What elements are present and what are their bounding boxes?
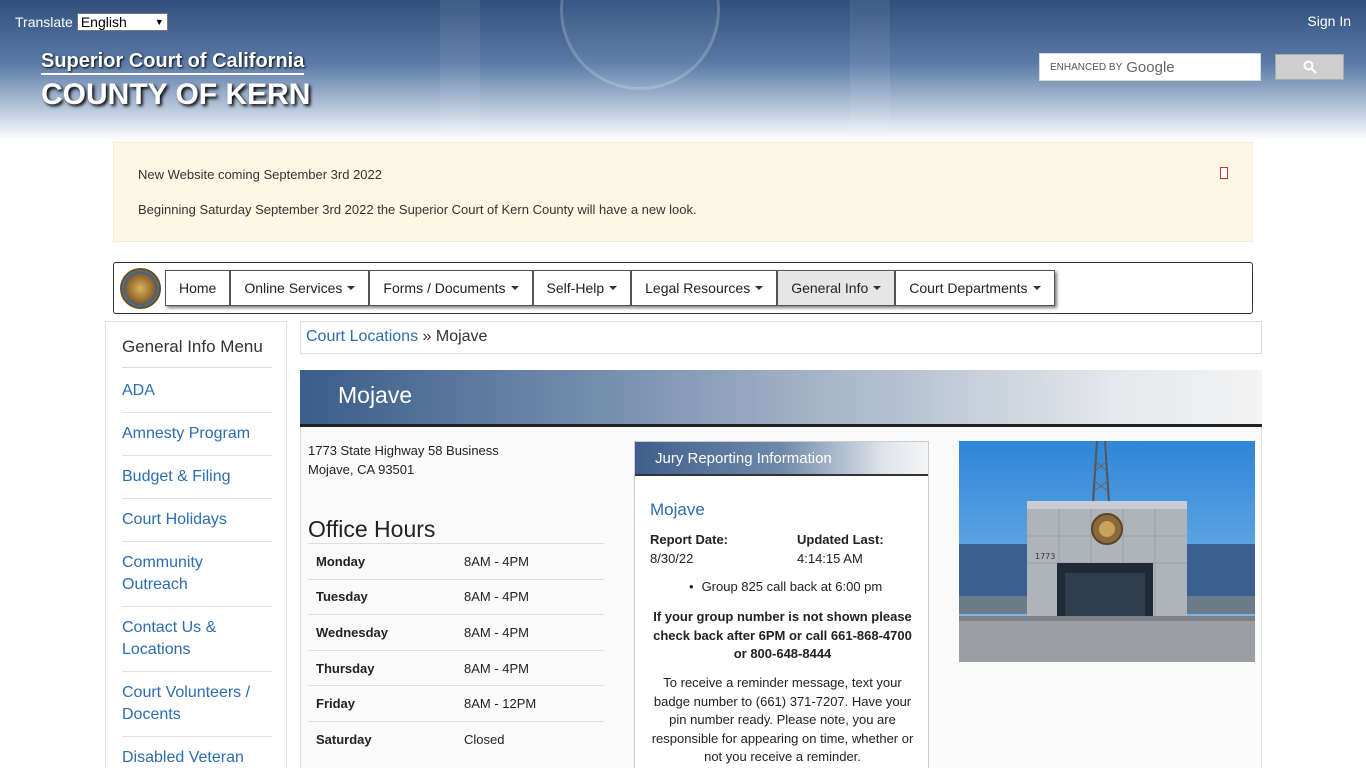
table-row: Tuesday 8AM - 4PM <box>308 578 604 615</box>
nav-item-general-info[interactable]: General Info <box>777 270 896 306</box>
hours-day: Wednesday <box>316 624 389 640</box>
sidebar-item-disabled-veteran[interactable]: Disabled Veteran Business Enterprise <box>122 737 272 768</box>
address-line-1: 1773 State Highway 58 Business <box>308 443 499 458</box>
jury-reporting-panel: Jury Reporting Information Mojave Report… <box>634 441 929 768</box>
nav-item-court-departments[interactable]: Court Departments <box>895 270 1055 306</box>
search-placeholder: ENHANCED BY <box>1050 61 1123 73</box>
table-row: Wednesday 8AM - 4PM <box>308 614 604 650</box>
hours-time: 8AM - 4PM <box>464 624 530 640</box>
table-row: Thursday 8AM - 4PM <box>308 649 604 686</box>
page-title: Mojave <box>338 382 413 408</box>
location-content: 1773 State Highway 58 Business Mojave, C… <box>300 427 1262 768</box>
language-select[interactable]: English ▼ <box>76 13 168 31</box>
hours-time: 8AM - 4PM <box>464 660 530 676</box>
breadcrumb-separator: » <box>422 328 432 345</box>
sidebar-item-budget-filing[interactable]: Budget & Filing <box>122 456 272 499</box>
sidebar-title: General Info Menu <box>122 337 263 356</box>
caret-down-icon <box>1032 286 1041 290</box>
group-callback-note: Group 825 call back at 6:00 pm <box>675 579 883 594</box>
jury-panel-heading: Jury Reporting Information <box>635 442 928 476</box>
nav-item-home[interactable]: Home <box>165 270 231 306</box>
sidebar-item-amnesty-program[interactable]: Amnesty Program <box>122 413 272 456</box>
hours-time: 8AM - 12PM <box>464 696 537 712</box>
brand-title[interactable]: Superior Court of California <box>41 50 305 75</box>
sidebar-item-ada[interactable]: ADA <box>122 368 272 413</box>
close-icon[interactable] <box>1220 167 1228 179</box>
updated-last-label: Updated Last: <box>797 532 884 547</box>
breadcrumb-current: Mojave <box>435 328 488 345</box>
search-icon <box>1303 60 1317 74</box>
caret-down-icon <box>873 286 882 290</box>
nav-item-online-services[interactable]: Online Services <box>230 270 370 306</box>
building-number: 1773 <box>1035 552 1055 561</box>
sign-in-link[interactable]: Sign In <box>1307 13 1351 29</box>
sidebar-item-community-outreach[interactable]: Community Outreach <box>122 542 272 607</box>
translate-label: Translate <box>15 14 73 30</box>
sidebar-item-court-holidays[interactable]: Court Holidays <box>122 499 272 542</box>
announcement-alert: New Website coming September 3rd 2022 Be… <box>113 142 1253 242</box>
courthouse-photo: 1773 <box>959 441 1255 662</box>
nav-item-legal-resources[interactable]: Legal Resources <box>631 270 778 306</box>
hours-time: Closed <box>464 731 505 747</box>
table-row: Monday 8AM - 4PM <box>308 543 604 579</box>
breadcrumb-parent-link[interactable]: Court Locations <box>306 328 418 345</box>
jury-location-link[interactable]: Mojave <box>650 500 705 520</box>
nav-item-forms-documents[interactable]: Forms / Documents <box>369 270 533 306</box>
table-row: Friday 8AM - 12PM <box>308 685 604 721</box>
hours-time: 8AM - 4PM <box>464 553 530 569</box>
report-date-label: Report Date: <box>650 532 729 547</box>
alert-body: Beginning Saturday September 3rd 2022 th… <box>138 202 697 217</box>
brand-subtitle[interactable]: COUNTY OF KERN <box>41 78 310 112</box>
office-hours-table: Monday 8AM - 4PM Tuesday 8AM - 4PM Wednesd… <box>308 543 604 757</box>
address-line-2: Mojave, CA 93501 <box>308 462 415 477</box>
header-bg-seal <box>560 0 720 90</box>
hours-time: 8AM - 4PM <box>464 589 530 605</box>
chevron-down-icon: ▼ <box>154 17 164 27</box>
hours-day: Thursday <box>316 660 375 676</box>
caret-down-icon <box>755 286 764 290</box>
language-value: English <box>80 14 127 30</box>
jury-reminder-note: To receive a reminder message, text your… <box>651 675 914 764</box>
sidebar-item-contact-us[interactable]: Contact Us & Locations <box>122 607 272 672</box>
nav-item-self-help[interactable]: Self-Help <box>532 270 632 306</box>
google-logo: Google <box>1126 58 1175 76</box>
jury-warning: If your group number is not shown please… <box>653 609 912 661</box>
hours-day: Saturday <box>316 731 372 747</box>
caret-down-icon <box>510 286 519 290</box>
hours-day: Monday <box>316 553 366 569</box>
court-seal-logo[interactable] <box>120 268 161 309</box>
office-hours-title: Office Hours <box>308 516 436 542</box>
updated-last-value: 4:14:15 AM <box>797 551 863 566</box>
sidebar-item-court-volunteers[interactable]: Court Volunteers / Docents <box>122 672 272 737</box>
main-nav: Home Online Services Forms / Documents S… <box>113 262 1253 314</box>
header-bg-column <box>850 0 890 140</box>
hours-day: Friday <box>316 696 356 712</box>
site-header: Translate English ▼ Sign In Superior Cou… <box>0 0 1366 140</box>
breadcrumb: Court Locations » Mojave <box>300 321 1262 354</box>
sidebar-menu: General Info Menu ADA Amnesty Program Bu… <box>105 321 287 768</box>
header-bg-column <box>440 0 480 140</box>
search-button[interactable] <box>1275 54 1344 80</box>
alert-title: New Website coming September 3rd 2022 <box>138 167 382 182</box>
page-heading-banner: Mojave <box>300 370 1262 427</box>
caret-down-icon <box>609 286 618 290</box>
address: 1773 State Highway 58 Business Mojave, C… <box>308 441 499 479</box>
caret-down-icon <box>347 286 356 290</box>
hours-day: Tuesday <box>316 589 368 605</box>
table-row: Saturday Closed <box>308 720 604 757</box>
translate-widget: Translate English ▼ <box>15 13 168 31</box>
search-input[interactable]: ENHANCED BY Google <box>1039 53 1261 81</box>
courthouse-image: 1773 <box>959 441 1255 662</box>
report-date-value: 8/30/22 <box>650 551 694 566</box>
